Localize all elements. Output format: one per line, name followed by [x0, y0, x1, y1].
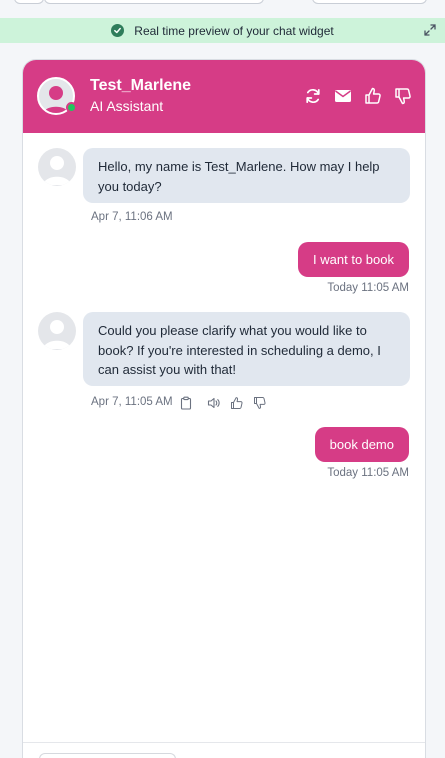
- user-message-bubble: I want to book: [298, 242, 409, 277]
- message-line: you today?: [98, 178, 162, 194]
- thumbs-up-icon[interactable]: [230, 396, 244, 410]
- message-timestamp: Today 11:05 AM: [327, 467, 409, 479]
- top-tab[interactable]: [14, 0, 44, 4]
- chat-header: Test_Marlene AI Assistant: [23, 60, 425, 133]
- bot-message-bubble: Hello, my name is Test_Marlene. How may …: [83, 148, 410, 203]
- top-tab[interactable]: [44, 0, 264, 4]
- thumbs-down-icon[interactable]: [393, 86, 413, 106]
- top-strip: [0, 0, 445, 18]
- user-message-bubble: book demo: [314, 427, 409, 462]
- bot-message-bubble: Could you please clarify what you would …: [83, 312, 410, 386]
- bot-message-avatar: [38, 312, 76, 350]
- bot-role: AI Assistant: [90, 98, 164, 114]
- message-line: Could you please clarify what you would …: [98, 323, 367, 338]
- message-timestamp: Apr 7, 11:05 AM: [91, 396, 173, 408]
- check-circle-icon: [111, 24, 125, 37]
- top-tab[interactable]: [312, 0, 427, 4]
- chat-widget: Test_Marlene AI Assistant Hello, my name…: [22, 59, 426, 758]
- message-line: Hello, my name is Test_Marlene. How may …: [98, 159, 380, 174]
- message-timestamp: Today 11:05 AM: [327, 282, 409, 294]
- bot-message-avatar: [38, 148, 76, 186]
- clipboard-icon[interactable]: [179, 396, 193, 410]
- message-line: book? If you're interested in scheduling…: [98, 342, 381, 358]
- preview-bar: Real time preview of your chat widget: [0, 18, 445, 43]
- bot-name: Test_Marlene: [90, 77, 192, 94]
- expand-icon[interactable]: [423, 23, 437, 37]
- bot-avatar: [37, 77, 77, 115]
- online-status-dot: [66, 102, 77, 113]
- composer-divider: [23, 742, 425, 743]
- user-silhouette-icon: [43, 156, 71, 185]
- thumbs-up-icon[interactable]: [363, 86, 383, 106]
- preview-bar-text: Real time preview of your chat widget: [134, 23, 334, 38]
- message-input[interactable]: [39, 753, 176, 758]
- user-silhouette-icon: [43, 320, 71, 349]
- refresh-icon[interactable]: [303, 86, 323, 106]
- thumbs-down-icon[interactable]: [253, 396, 267, 410]
- message-timestamp: Apr 7, 11:06 AM: [91, 211, 173, 223]
- speaker-icon[interactable]: [207, 396, 221, 410]
- mail-icon[interactable]: [333, 86, 353, 106]
- message-line: can assist you with that!: [98, 362, 237, 377]
